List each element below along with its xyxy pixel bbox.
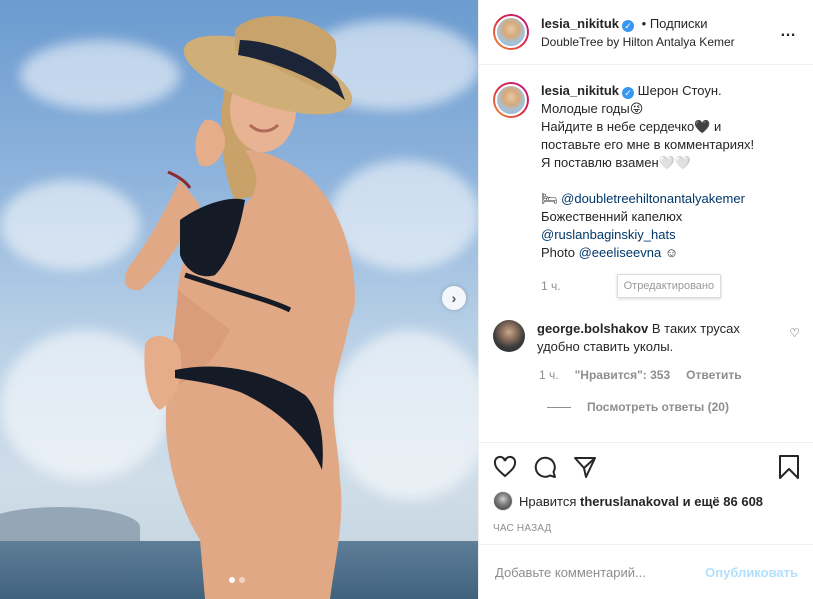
author-username[interactable]: lesia_nikituk [541,16,619,31]
share-icon[interactable] [573,455,597,479]
comment-likes-count[interactable]: "Нравится": 353 [575,368,671,382]
avatar[interactable] [493,320,525,352]
avatar [495,16,527,48]
caption-avatar-ring[interactable] [493,82,529,118]
view-replies-label: Посмотреть ответы (20) [587,400,729,414]
hat-mention-link[interactable]: @ruslanbaginskiy_hats [541,227,676,242]
verified-icon: ✓ [622,19,635,32]
comment-username[interactable]: george.bolshakov [537,321,648,336]
likes-summary: Нравится theruslanakoval и ещё 86 608 [493,491,800,511]
caption-text: lesia_nikituk ✓ Шерон Стоун. Молодые годы… [541,82,786,298]
comment-like-heart-icon[interactable]: ♡ [789,326,800,340]
caption: lesia_nikituk ✓ Шерон Стоун. Молодые годы… [493,82,800,298]
post-time[interactable]: ЧАС НАЗАД [493,523,800,534]
comment: george.bolshakov В таких трусах удобно с… [493,320,800,356]
post-actions: Нравится theruslanakoval и ещё 86 608 ЧА… [479,442,813,544]
heart-icon[interactable] [493,455,517,479]
carousel-dot [239,577,245,583]
woman-figure [124,16,355,599]
next-slide-button[interactable]: › [442,286,466,310]
caption-line: Божественний капелюх [541,209,683,224]
replies-divider [547,406,571,408]
caption-line: Найдите в небе сердечко🖤 и [541,119,722,134]
hotel-mention-link[interactable]: @doubletreehiltonantalyakemer [561,191,745,206]
chevron-right-icon: › [451,290,457,306]
view-replies-button[interactable]: Посмотреть ответы (20) [547,400,800,414]
edited-tooltip: Отредактировано [616,274,722,298]
photo-credit-label: Photo [541,245,575,260]
post-side-panel: lesia_nikituk ✓ • Подписки DoubleTree by … [478,0,813,599]
likes-count[interactable]: и ещё 86 608 [683,494,763,509]
verified-icon: ✓ [622,87,635,99]
comments-section[interactable]: lesia_nikituk ✓ Шерон Стоун. Молодые годы… [479,66,813,442]
author-avatar-ring[interactable] [493,14,529,50]
caption-line: Шерон Стоун. [637,83,722,98]
comment-input[interactable] [495,564,706,580]
caption-line: Я поставлю взамен🤍🤍 [541,155,692,170]
comment-icon[interactable] [533,455,557,479]
likes-user-link[interactable]: theruslanakoval [580,494,679,509]
caption-username[interactable]: lesia_nikituk [541,83,619,98]
smile-icon: ☺ [664,245,679,260]
carousel-dot-active [229,577,235,583]
post-photo[interactable]: › [0,0,478,599]
more-options-icon[interactable]: … [780,24,797,40]
caption-time[interactable]: 1 ч. [541,277,561,295]
bookmark-icon[interactable] [778,455,800,479]
comment-meta: 1 ч. "Нравится": 353 Ответить [539,368,800,382]
publish-button[interactable]: Опубликовать [705,565,798,580]
post-location[interactable]: DoubleTree by Hilton Antalya Kemer [541,35,735,49]
comment-time[interactable]: 1 ч. [539,368,559,382]
photographer-mention-link[interactable]: @eeeliseevna [579,245,662,260]
follow-status[interactable]: • Подписки [642,16,708,31]
caption-line: поставьте его мне в комментариях! [541,137,755,152]
reply-button[interactable]: Ответить [686,368,741,382]
carousel-indicator [229,577,245,583]
caption-line: Молодые годы😜 [541,101,644,116]
comment-body: george.bolshakov В таких трусах удобно с… [537,320,757,356]
add-comment-bar: Опубликовать [479,544,813,599]
avatar [495,84,527,116]
likes-prefix: Нравится [519,493,577,509]
bed-icon: 🛏 [541,191,558,206]
avatar[interactable] [493,491,513,511]
post-header: lesia_nikituk ✓ • Подписки DoubleTree by … [479,0,813,65]
